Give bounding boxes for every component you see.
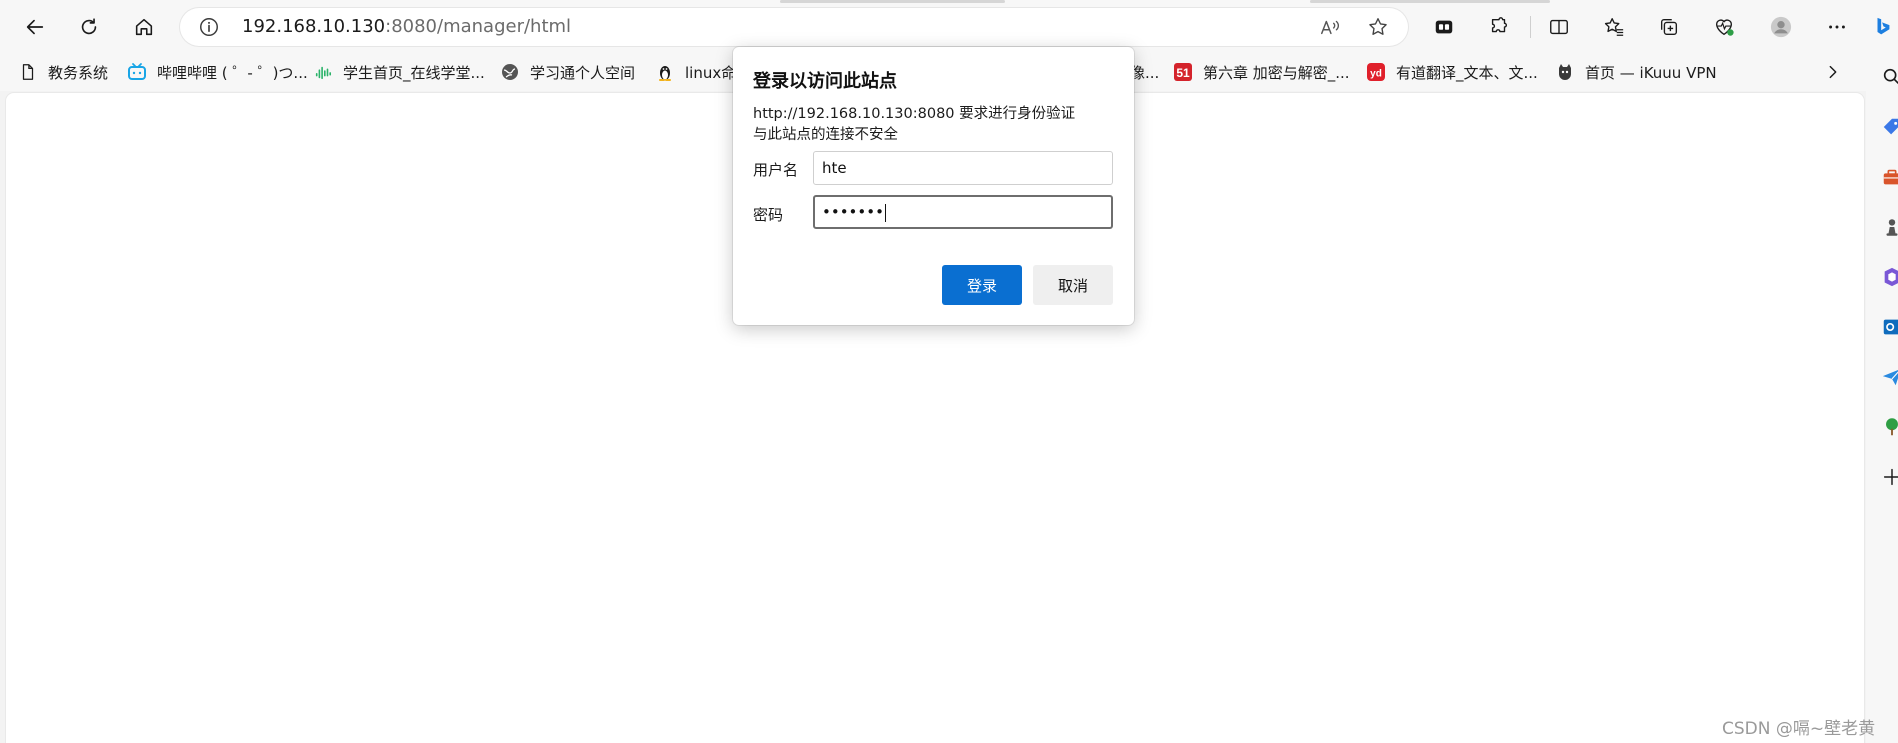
refresh-button[interactable]	[70, 8, 108, 46]
tree-icon[interactable]	[1880, 415, 1898, 439]
bookmark-label: 有道翻译_文本、文...	[1396, 63, 1538, 82]
tab-strip-edge	[780, 0, 1005, 3]
username-input[interactable]: hte	[813, 151, 1113, 185]
cancel-button[interactable]: 取消	[1033, 265, 1113, 305]
arrow-left-icon	[26, 19, 44, 35]
split-screen-icon	[1550, 19, 1568, 35]
bookmark-item[interactable]: 教务系统	[18, 60, 108, 84]
bilibili-icon	[127, 62, 147, 82]
read-aloud-icon[interactable]	[1318, 15, 1342, 39]
audio-wave-icon	[313, 62, 333, 82]
toolbar-divider	[1530, 16, 1531, 38]
info-icon[interactable]	[198, 16, 220, 38]
bookmark-label: 哔哩哔哩 ( ゜- ゜)つ...	[157, 63, 308, 82]
bing-copilot-button[interactable]	[1868, 8, 1898, 46]
refresh-icon	[81, 18, 97, 35]
password-value: •••••••	[822, 203, 884, 221]
51cto-icon: 51	[1173, 62, 1193, 82]
extensions-button[interactable]	[1480, 8, 1518, 46]
url-text[interactable]: 192.168.10.130:8080/manager/html	[242, 16, 571, 38]
bookmark-label: 第六章 加密与解密_...	[1203, 63, 1350, 82]
url-path: :8080/manager/html	[385, 16, 572, 37]
more-bookmarks-button[interactable]	[1824, 60, 1842, 84]
bookmark-label: 教务系统	[48, 63, 109, 82]
paper-plane-icon[interactable]	[1880, 365, 1898, 389]
svg-text:51: 51	[1176, 66, 1190, 80]
home-button[interactable]	[125, 8, 163, 46]
dialog-warning: 与此站点的连接不安全	[753, 127, 898, 143]
ellipsis-icon	[1829, 25, 1845, 29]
svg-text:yd: yd	[1370, 69, 1382, 80]
bookmark-label: linux命	[685, 63, 737, 82]
password-label: 密码	[753, 206, 784, 224]
split-screen-button[interactable]	[1540, 8, 1578, 46]
dialog-title: 登录以访问此站点	[753, 71, 897, 92]
app-tile-icon	[1435, 20, 1453, 34]
bookmark-item[interactable]: 学生首页_在线学堂...	[313, 60, 485, 84]
add-icon[interactable]	[1880, 465, 1898, 489]
collections-button[interactable]	[1650, 8, 1688, 46]
search-icon[interactable]	[1880, 65, 1898, 89]
username-value: hte	[822, 159, 847, 177]
bookmark-item[interactable]: linux命	[655, 60, 736, 84]
favorites-button[interactable]	[1595, 8, 1633, 46]
bookmark-item[interactable]: yd 有道翻译_文本、文...	[1366, 60, 1538, 84]
login-button[interactable]: 登录	[942, 265, 1022, 305]
more-options-button[interactable]	[1818, 8, 1856, 46]
home-icon	[135, 18, 153, 36]
address-bar[interactable]: 192.168.10.130:8080/manager/html	[180, 8, 1408, 46]
collections-icon	[1660, 18, 1678, 36]
url-host: 192.168.10.130	[242, 16, 386, 37]
star-icon[interactable]	[1366, 15, 1390, 39]
bookmark-item[interactable]: 首页 — iKuuu VPN	[1555, 60, 1717, 84]
heart-pulse-icon	[1715, 19, 1734, 36]
back-button[interactable]	[16, 8, 54, 46]
bookmark-item[interactable]: 哔哩哔哩 ( ゜- ゜)つ...	[127, 60, 308, 84]
bookmark-label: 首页 — iKuuu VPN	[1585, 63, 1717, 82]
bookmark-label: 学习通个人空间	[530, 63, 636, 82]
cat-icon	[1555, 62, 1575, 82]
puzzle-icon	[1491, 17, 1507, 33]
dialog-message: http://192.168.10.130:8080 要求进行身份验证	[753, 106, 1076, 122]
extension-tabs-button[interactable]	[1425, 8, 1463, 46]
tag-icon[interactable]	[1880, 115, 1898, 139]
youdao-icon: yd	[1366, 62, 1386, 82]
bookmark-item[interactable]: 像...	[1130, 60, 1159, 84]
text-caret	[884, 203, 886, 222]
toolbox-icon[interactable]	[1880, 165, 1898, 189]
tab-strip-edge	[1310, 0, 1550, 3]
login-dialog: 登录以访问此站点 http://192.168.10.130:8080 要求进行…	[733, 47, 1134, 325]
favorites-icon	[1604, 18, 1624, 36]
document-icon	[18, 62, 38, 82]
bookmark-item[interactable]: 51 第六章 加密与解密_...	[1173, 60, 1350, 84]
username-label: 用户名	[753, 161, 799, 179]
globe-icon	[500, 62, 520, 82]
profile-button[interactable]	[1762, 8, 1800, 46]
bookmark-item[interactable]: 学习通个人空间	[500, 60, 635, 84]
edge-sidebar	[1866, 53, 1898, 743]
chevron-right-icon	[1829, 65, 1837, 79]
office-icon[interactable]	[1880, 265, 1898, 289]
bookmark-label: 像...	[1130, 63, 1160, 82]
bing-icon	[1877, 17, 1890, 35]
outlook-icon[interactable]	[1880, 315, 1898, 339]
chess-piece-icon[interactable]	[1880, 215, 1898, 239]
password-input[interactable]: •••••••	[813, 195, 1113, 229]
watermark: CSDN @嗝~壁老黄	[1722, 719, 1876, 739]
browser-essentials-button[interactable]	[1705, 8, 1743, 46]
bookmark-label: 学生首页_在线学堂...	[343, 63, 485, 82]
browser-toolbar: 192.168.10.130:8080/manager/html	[0, 0, 1898, 53]
avatar-icon	[1770, 16, 1792, 38]
penguin-icon	[655, 62, 675, 82]
